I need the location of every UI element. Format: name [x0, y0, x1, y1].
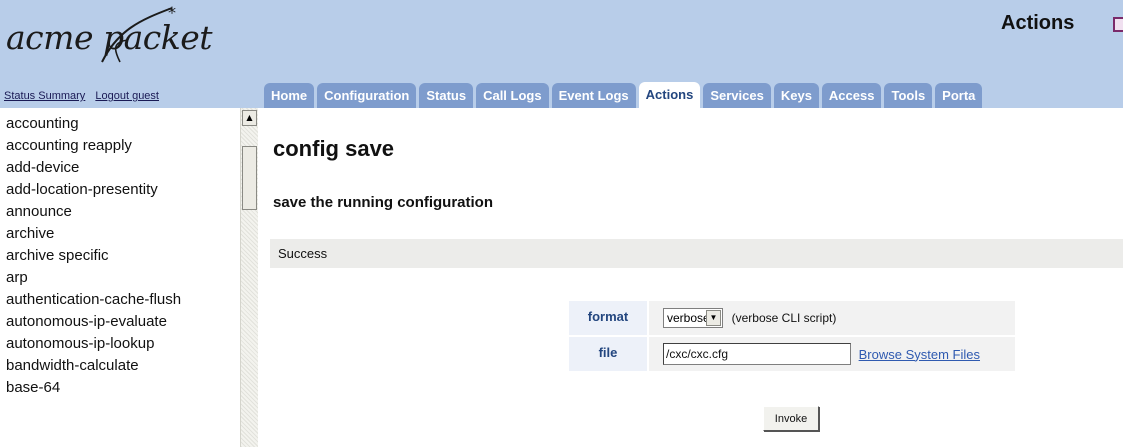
file-label: file [569, 337, 647, 371]
tab-event-logs[interactable]: Event Logs [551, 83, 636, 108]
command-sidebar: accounting accounting reapply add-device… [0, 108, 258, 447]
scrollbar-thumb[interactable] [242, 146, 257, 210]
file-cell: Browse System Files [649, 337, 1015, 371]
format-selected-value: verbose [667, 311, 710, 325]
acme-packet-logo: acme packet * [0, 0, 258, 92]
sidebar-item-add-location-presentity[interactable]: add-location-presentity [6, 180, 236, 199]
file-path-input[interactable] [663, 343, 851, 365]
status-summary-link[interactable]: Status Summary [4, 90, 85, 102]
sidebar-item-add-device[interactable]: add-device [6, 158, 236, 177]
logout-link[interactable]: Logout guest [95, 90, 159, 102]
scroll-up-arrow-icon[interactable]: ▲ [242, 110, 257, 126]
param-row-file: file Browse System Files [569, 337, 1015, 371]
tab-home[interactable]: Home [264, 83, 315, 108]
sidebar-item-archive[interactable]: archive [6, 224, 236, 243]
param-row-format: format verbose ▼ (verbose CLI script) [569, 301, 1015, 335]
main-content: config save save the running configurati… [258, 108, 1123, 447]
browse-system-files-link[interactable]: Browse System Files [859, 347, 980, 362]
tab-configuration[interactable]: Configuration [317, 83, 417, 108]
command-list: accounting accounting reapply add-device… [6, 114, 236, 400]
invoke-button[interactable]: Invoke [763, 406, 819, 431]
sidebar-item-bandwidth-calculate[interactable]: bandwidth-calculate [6, 356, 236, 375]
sidebar-item-authentication-cache-flush[interactable]: authentication-cache-flush [6, 290, 236, 309]
tab-bar: Home Configuration Status Call Logs Even… [264, 82, 985, 108]
actions-page-icon [1113, 17, 1123, 32]
header: acme packet * Status Summary Logout gues… [0, 0, 1123, 108]
tab-access[interactable]: Access [821, 83, 882, 108]
parameter-table: format verbose ▼ (verbose CLI script) fi… [567, 299, 1017, 373]
header-links: Status Summary Logout guest [4, 90, 166, 102]
tab-call-logs[interactable]: Call Logs [476, 83, 549, 108]
tab-keys[interactable]: Keys [773, 83, 819, 108]
tab-tools[interactable]: Tools [884, 83, 933, 108]
svg-text:*: * [168, 3, 176, 22]
tab-status[interactable]: Status [419, 83, 474, 108]
sidebar-scrollbar[interactable]: ▲ [240, 108, 258, 447]
tab-actions[interactable]: Actions [638, 82, 701, 108]
page-title: config save [273, 136, 395, 161]
format-cell: verbose ▼ (verbose CLI script) [649, 301, 1015, 335]
status-message: Success [270, 239, 1123, 268]
tab-portal[interactable]: Porta [935, 83, 983, 108]
sidebar-item-arp[interactable]: arp [6, 268, 236, 287]
page-subtitle: save the running configuration [273, 194, 494, 211]
sidebar-item-announce[interactable]: announce [6, 202, 236, 221]
format-hint: (verbose CLI script) [731, 311, 837, 325]
dropdown-arrow-icon[interactable]: ▼ [706, 310, 721, 326]
logo-swoosh-icon: * [101, 3, 176, 63]
sidebar-item-autonomous-ip-evaluate[interactable]: autonomous-ip-evaluate [6, 312, 236, 331]
tab-services[interactable]: Services [703, 83, 771, 108]
format-label: format [569, 301, 647, 335]
sidebar-item-accounting-reapply[interactable]: accounting reapply [6, 136, 236, 155]
format-select[interactable]: verbose ▼ [663, 308, 723, 328]
sidebar-item-base-64[interactable]: base-64 [6, 378, 236, 397]
sidebar-item-archive-specific[interactable]: archive specific [6, 246, 236, 265]
sidebar-item-autonomous-ip-lookup[interactable]: autonomous-ip-lookup [6, 334, 236, 353]
page-heading: Actions [1001, 12, 1075, 34]
sidebar-item-accounting[interactable]: accounting [6, 114, 236, 133]
